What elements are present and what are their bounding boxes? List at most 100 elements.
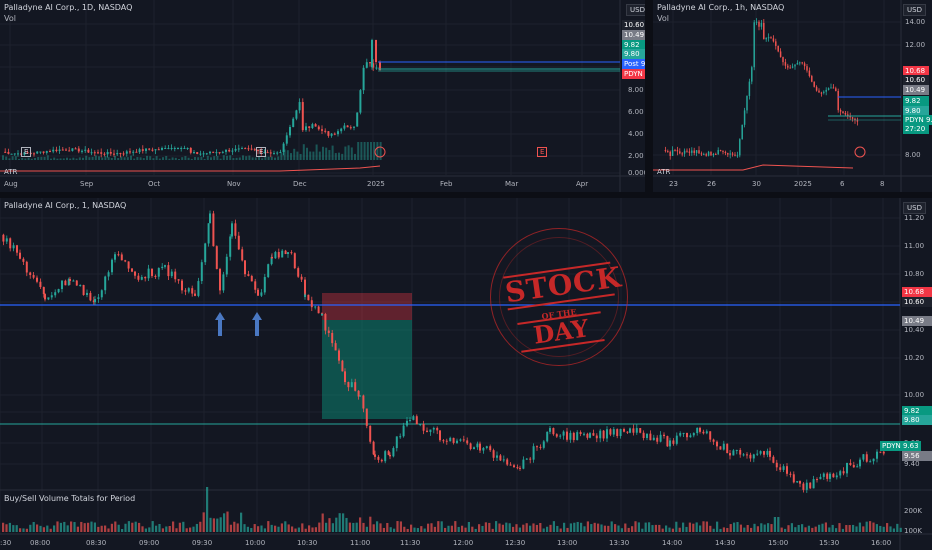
volume-bar	[325, 147, 328, 160]
volume-bar	[872, 522, 875, 532]
candle	[806, 66, 808, 71]
candle	[90, 152, 93, 154]
volume-bar	[410, 524, 413, 532]
volume-bar	[726, 528, 729, 532]
volume-bar	[712, 528, 715, 532]
volume-bar	[280, 153, 283, 160]
volume-bar	[223, 513, 226, 532]
candle	[170, 271, 173, 277]
volume-bar	[43, 156, 46, 160]
hourly-currency-label[interactable]: USD	[903, 4, 926, 16]
volume-bar	[753, 523, 756, 532]
candle	[107, 272, 110, 277]
price-tag-value: 9.80	[904, 416, 920, 424]
candle	[779, 467, 782, 470]
candle	[269, 152, 272, 154]
pane-separator[interactable]	[645, 0, 653, 192]
x-axis-tick: Sep	[80, 180, 94, 188]
candle	[250, 148, 253, 150]
volume-bar	[172, 521, 175, 532]
y-axis-tick: 8.00	[628, 86, 644, 94]
candle	[429, 429, 432, 432]
volume-bar	[213, 156, 216, 160]
intraday-chart-title: Palladyne AI Corp., 1, NASDAQ	[4, 201, 127, 210]
candle	[314, 306, 317, 308]
candle	[4, 151, 7, 153]
candle	[331, 332, 334, 344]
volume-bar	[478, 524, 481, 532]
volume-bar	[240, 512, 243, 532]
volume-bar	[19, 528, 22, 532]
intraday-chart-pane[interactable]: Palladyne AI Corp., 1, NASDAQ USD Buy/Se…	[0, 198, 932, 550]
candle	[844, 113, 847, 115]
volume-bar	[688, 522, 691, 532]
x-axis-tick: Oct	[148, 180, 161, 188]
y-axis-tick: 14.00	[905, 18, 926, 26]
volume-bar	[366, 142, 369, 160]
volume-bar	[331, 523, 334, 532]
volume-bar	[471, 526, 474, 532]
y-axis-tick: 4.00	[628, 130, 644, 138]
volume-bar	[12, 525, 15, 532]
volume-bar	[274, 157, 276, 160]
x-axis-tick: Dec	[293, 180, 307, 188]
candle	[862, 454, 865, 460]
candle	[715, 153, 717, 155]
volume-bar	[14, 156, 17, 160]
price-tag-value: 9.82	[624, 41, 640, 49]
intraday-currency-label[interactable]: USD	[903, 202, 926, 214]
daily-chart-svg[interactable]	[0, 0, 645, 192]
candle	[39, 151, 42, 153]
candle	[135, 151, 138, 153]
volume-bar	[597, 523, 600, 532]
price-tag: 9.80	[622, 49, 645, 59]
volume-bar	[525, 523, 528, 532]
candle	[837, 90, 839, 111]
volume-bar	[522, 524, 525, 532]
y-axis-tick: 11.20	[904, 214, 925, 222]
price-tag-value: 10.60	[905, 76, 926, 84]
candle	[502, 459, 505, 461]
intraday-chart-svg[interactable]	[0, 198, 932, 550]
candle	[592, 433, 595, 436]
volume-bar	[199, 521, 202, 532]
volume-bar	[270, 524, 273, 532]
candle	[234, 148, 237, 151]
volume-bar	[318, 522, 321, 532]
candle	[826, 473, 829, 479]
volume-bar	[719, 528, 722, 532]
daily-chart-pane[interactable]: Palladyne AI Corp., 1D, NASDAQ Vol ATR U…	[0, 0, 645, 192]
candle	[75, 280, 78, 286]
candle	[209, 213, 211, 224]
hourly-chart-svg[interactable]	[653, 0, 932, 192]
candle	[576, 432, 579, 441]
candle	[327, 131, 330, 136]
earnings-marker-e[interactable]: E	[21, 147, 32, 157]
candle	[215, 246, 218, 269]
candle	[263, 277, 266, 293]
candle	[116, 153, 119, 155]
volume-bar	[692, 523, 695, 532]
hourly-chart-pane[interactable]: Palladyne AI Corp., 1h, NASDAQ Vol ATR U…	[653, 0, 932, 192]
candle	[106, 152, 109, 155]
candle	[555, 434, 558, 437]
candle	[298, 102, 301, 111]
x-axis-tick: :30	[0, 539, 12, 547]
candle	[287, 252, 289, 254]
candle	[784, 62, 787, 66]
earnings-marker-e[interactable]: E	[256, 147, 267, 157]
candle	[189, 148, 192, 153]
candle	[154, 149, 157, 151]
volume-bar	[549, 524, 552, 532]
candle	[796, 481, 799, 483]
candle	[117, 254, 120, 256]
daily-currency-label[interactable]: USD	[626, 4, 645, 16]
volume-bar	[280, 523, 283, 532]
candle	[241, 148, 243, 150]
candle	[187, 288, 190, 292]
volume-bar	[386, 522, 389, 532]
earnings-marker-e[interactable]: E	[537, 147, 548, 157]
atr-line	[653, 164, 854, 171]
volume-bar	[852, 524, 855, 532]
candle	[513, 465, 515, 468]
